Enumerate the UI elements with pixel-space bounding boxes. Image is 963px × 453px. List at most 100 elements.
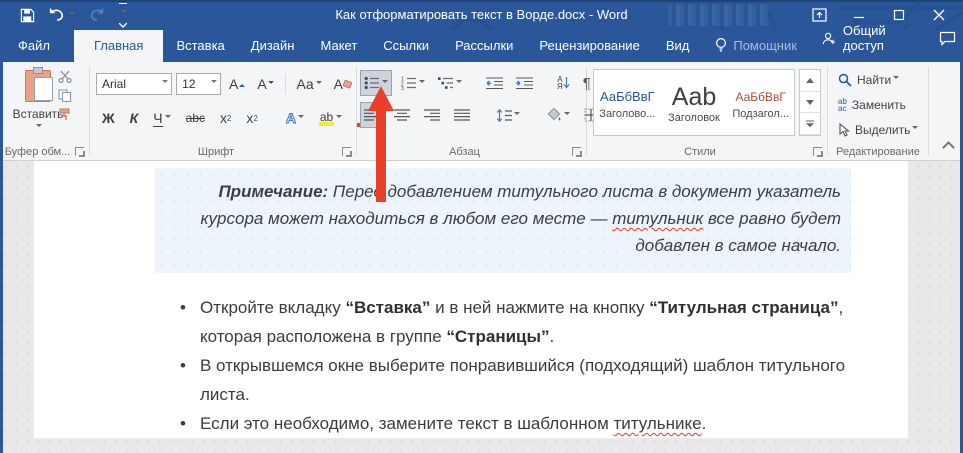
format-painter-brush-icon <box>59 108 70 120</box>
style-name: Заголово... <box>599 107 656 120</box>
tab-design[interactable]: Дизайн <box>238 30 308 62</box>
note-lead: Примечание: <box>218 182 329 201</box>
format-painter-button[interactable] <box>58 108 72 121</box>
triangle-up-icon <box>806 77 814 83</box>
numbering-button[interactable]: 123 <box>397 70 429 96</box>
sort-button[interactable]: А Я <box>553 70 574 96</box>
replace-icon: ab ac <box>838 96 847 113</box>
change-case-button[interactable]: Aa <box>293 71 326 97</box>
redacted-account-name <box>668 4 768 26</box>
comments-button[interactable] <box>931 26 963 52</box>
text-effects-button[interactable]: А <box>282 105 308 131</box>
styles-dialog-launcher[interactable] <box>813 147 823 157</box>
tabbar-right-controls: Общий доступ <box>810 15 963 62</box>
cut-button[interactable] <box>58 70 72 83</box>
eraser-icon <box>343 79 353 89</box>
share-label: Общий доступ <box>842 23 886 53</box>
bulleted-list[interactable]: • Откройте вкладку “Вставка” и в ней наж… <box>180 293 896 438</box>
clear-formatting-button[interactable]: А <box>330 71 356 97</box>
comment-bubble-icon <box>939 31 955 46</box>
replace-label: Заменить <box>851 97 906 112</box>
paste-dropdown[interactable] <box>34 121 42 135</box>
font-size-combo[interactable]: 12 <box>176 73 222 95</box>
group-editing: Найти ab ac Заменить Выделить Редактиров… <box>828 62 928 160</box>
bullet-marker: • <box>180 414 186 433</box>
copy-button[interactable] <box>58 89 72 102</box>
select-button[interactable]: Выделить <box>838 117 928 142</box>
share-person-icon <box>822 32 836 44</box>
underline-button[interactable]: Ч <box>149 105 174 131</box>
sort-arrow-icon <box>563 76 570 88</box>
font-dialog-launcher[interactable] <box>342 147 352 157</box>
style-name: Заголовок <box>668 111 720 124</box>
assistant-label: Помощник <box>733 37 797 53</box>
multilevel-list-button[interactable] <box>434 70 466 96</box>
search-icon <box>838 73 852 87</box>
group-font: Arial 12 A A Aa А Ж К Ч abc x x А <box>90 62 372 160</box>
find-button[interactable]: Найти <box>838 67 928 92</box>
window-edge-left <box>0 62 3 453</box>
clipboard-small-buttons <box>58 70 72 121</box>
numbered-list-icon: 123 <box>401 77 416 90</box>
undo-button[interactable] <box>49 4 75 26</box>
tab-mailings[interactable]: Рассылки <box>442 30 526 62</box>
collapse-ribbon-button[interactable] <box>942 141 955 154</box>
paste-clipboard-icon <box>25 67 53 102</box>
triangle-down-icon <box>806 99 814 105</box>
editing-group-label: Редактирование <box>836 146 920 158</box>
line-spacing-button[interactable] <box>492 102 524 128</box>
align-right-icon <box>424 108 440 121</box>
redo-button[interactable] <box>89 4 105 26</box>
tab-home[interactable]: Главная <box>73 30 164 62</box>
tab-view[interactable]: Вид <box>653 30 703 62</box>
strikethrough-button[interactable]: abc <box>182 105 209 131</box>
superscript-button[interactable]: x <box>242 105 261 131</box>
increase-indent-button[interactable] <box>512 70 537 96</box>
tell-me-assistant[interactable]: Помощник <box>702 29 810 62</box>
tab-file[interactable]: Файл <box>0 30 68 62</box>
bold-button[interactable]: Ж <box>98 105 119 131</box>
cut-scissors-icon <box>58 70 72 83</box>
styles-scroll-up[interactable] <box>800 70 820 92</box>
style-title[interactable]: Aab Заголовок <box>661 70 728 135</box>
paragraph-dialog-launcher[interactable] <box>572 147 582 157</box>
tab-review[interactable]: Рецензирование <box>526 30 652 62</box>
annotation-arrow-to-bullets <box>368 86 394 202</box>
style-preview: АаБбВвГ <box>600 88 655 104</box>
undo-icon <box>49 8 64 21</box>
tab-references[interactable]: Ссылки <box>370 30 442 62</box>
align-right-button[interactable] <box>420 102 444 128</box>
style-heading1[interactable]: АаБбВвГ Заголово... <box>594 70 661 135</box>
styles-scroll-down[interactable] <box>800 92 820 114</box>
styles-gallery-more[interactable] <box>800 113 820 136</box>
increase-indent-icon <box>516 76 533 89</box>
highlight-color-button[interactable]: ab <box>315 105 346 131</box>
document-page[interactable]: Примечание: Перед добавлением титульного… <box>34 161 908 438</box>
font-group-label: Шрифт <box>197 146 235 158</box>
subscript-button[interactable]: x <box>216 105 235 131</box>
tab-layout[interactable]: Макет <box>307 30 370 62</box>
note-block[interactable]: Примечание: Перед добавлением титульного… <box>155 168 851 273</box>
decrease-indent-button[interactable] <box>482 70 507 96</box>
customize-qat-button[interactable] <box>119 2 127 28</box>
grow-font-button[interactable]: A <box>225 71 249 97</box>
italic-button[interactable]: К <box>126 105 143 131</box>
tab-insert[interactable]: Вставка <box>163 30 237 62</box>
line-spacing-icon <box>496 108 512 122</box>
share-button[interactable]: Общий доступ <box>810 15 931 62</box>
justify-button[interactable] <box>450 102 474 128</box>
styles-gallery: АаБбВвГ Заголово... Aab Заголовок АаБбВв… <box>593 69 795 136</box>
font-family-combo[interactable]: Arial <box>96 73 173 95</box>
clipboard-dialog-launcher[interactable] <box>75 147 85 157</box>
style-subtitle[interactable]: АаБбВвГ Подзагол... <box>727 70 794 135</box>
list-item: • Откройте вкладку “Вставка” и в ней наж… <box>180 293 896 351</box>
bullet-marker: • <box>180 298 186 317</box>
multilevel-list-icon <box>438 77 453 89</box>
list-item: • Если это необходимо, замените текст в … <box>180 409 896 438</box>
replace-button[interactable]: ab ac Заменить <box>838 92 928 117</box>
save-button[interactable] <box>20 4 35 26</box>
document-area: Примечание: Перед добавлением титульного… <box>0 161 963 453</box>
svg-text:3: 3 <box>401 86 404 90</box>
shrink-font-button[interactable]: A <box>253 71 277 97</box>
shading-button[interactable] <box>542 102 574 128</box>
